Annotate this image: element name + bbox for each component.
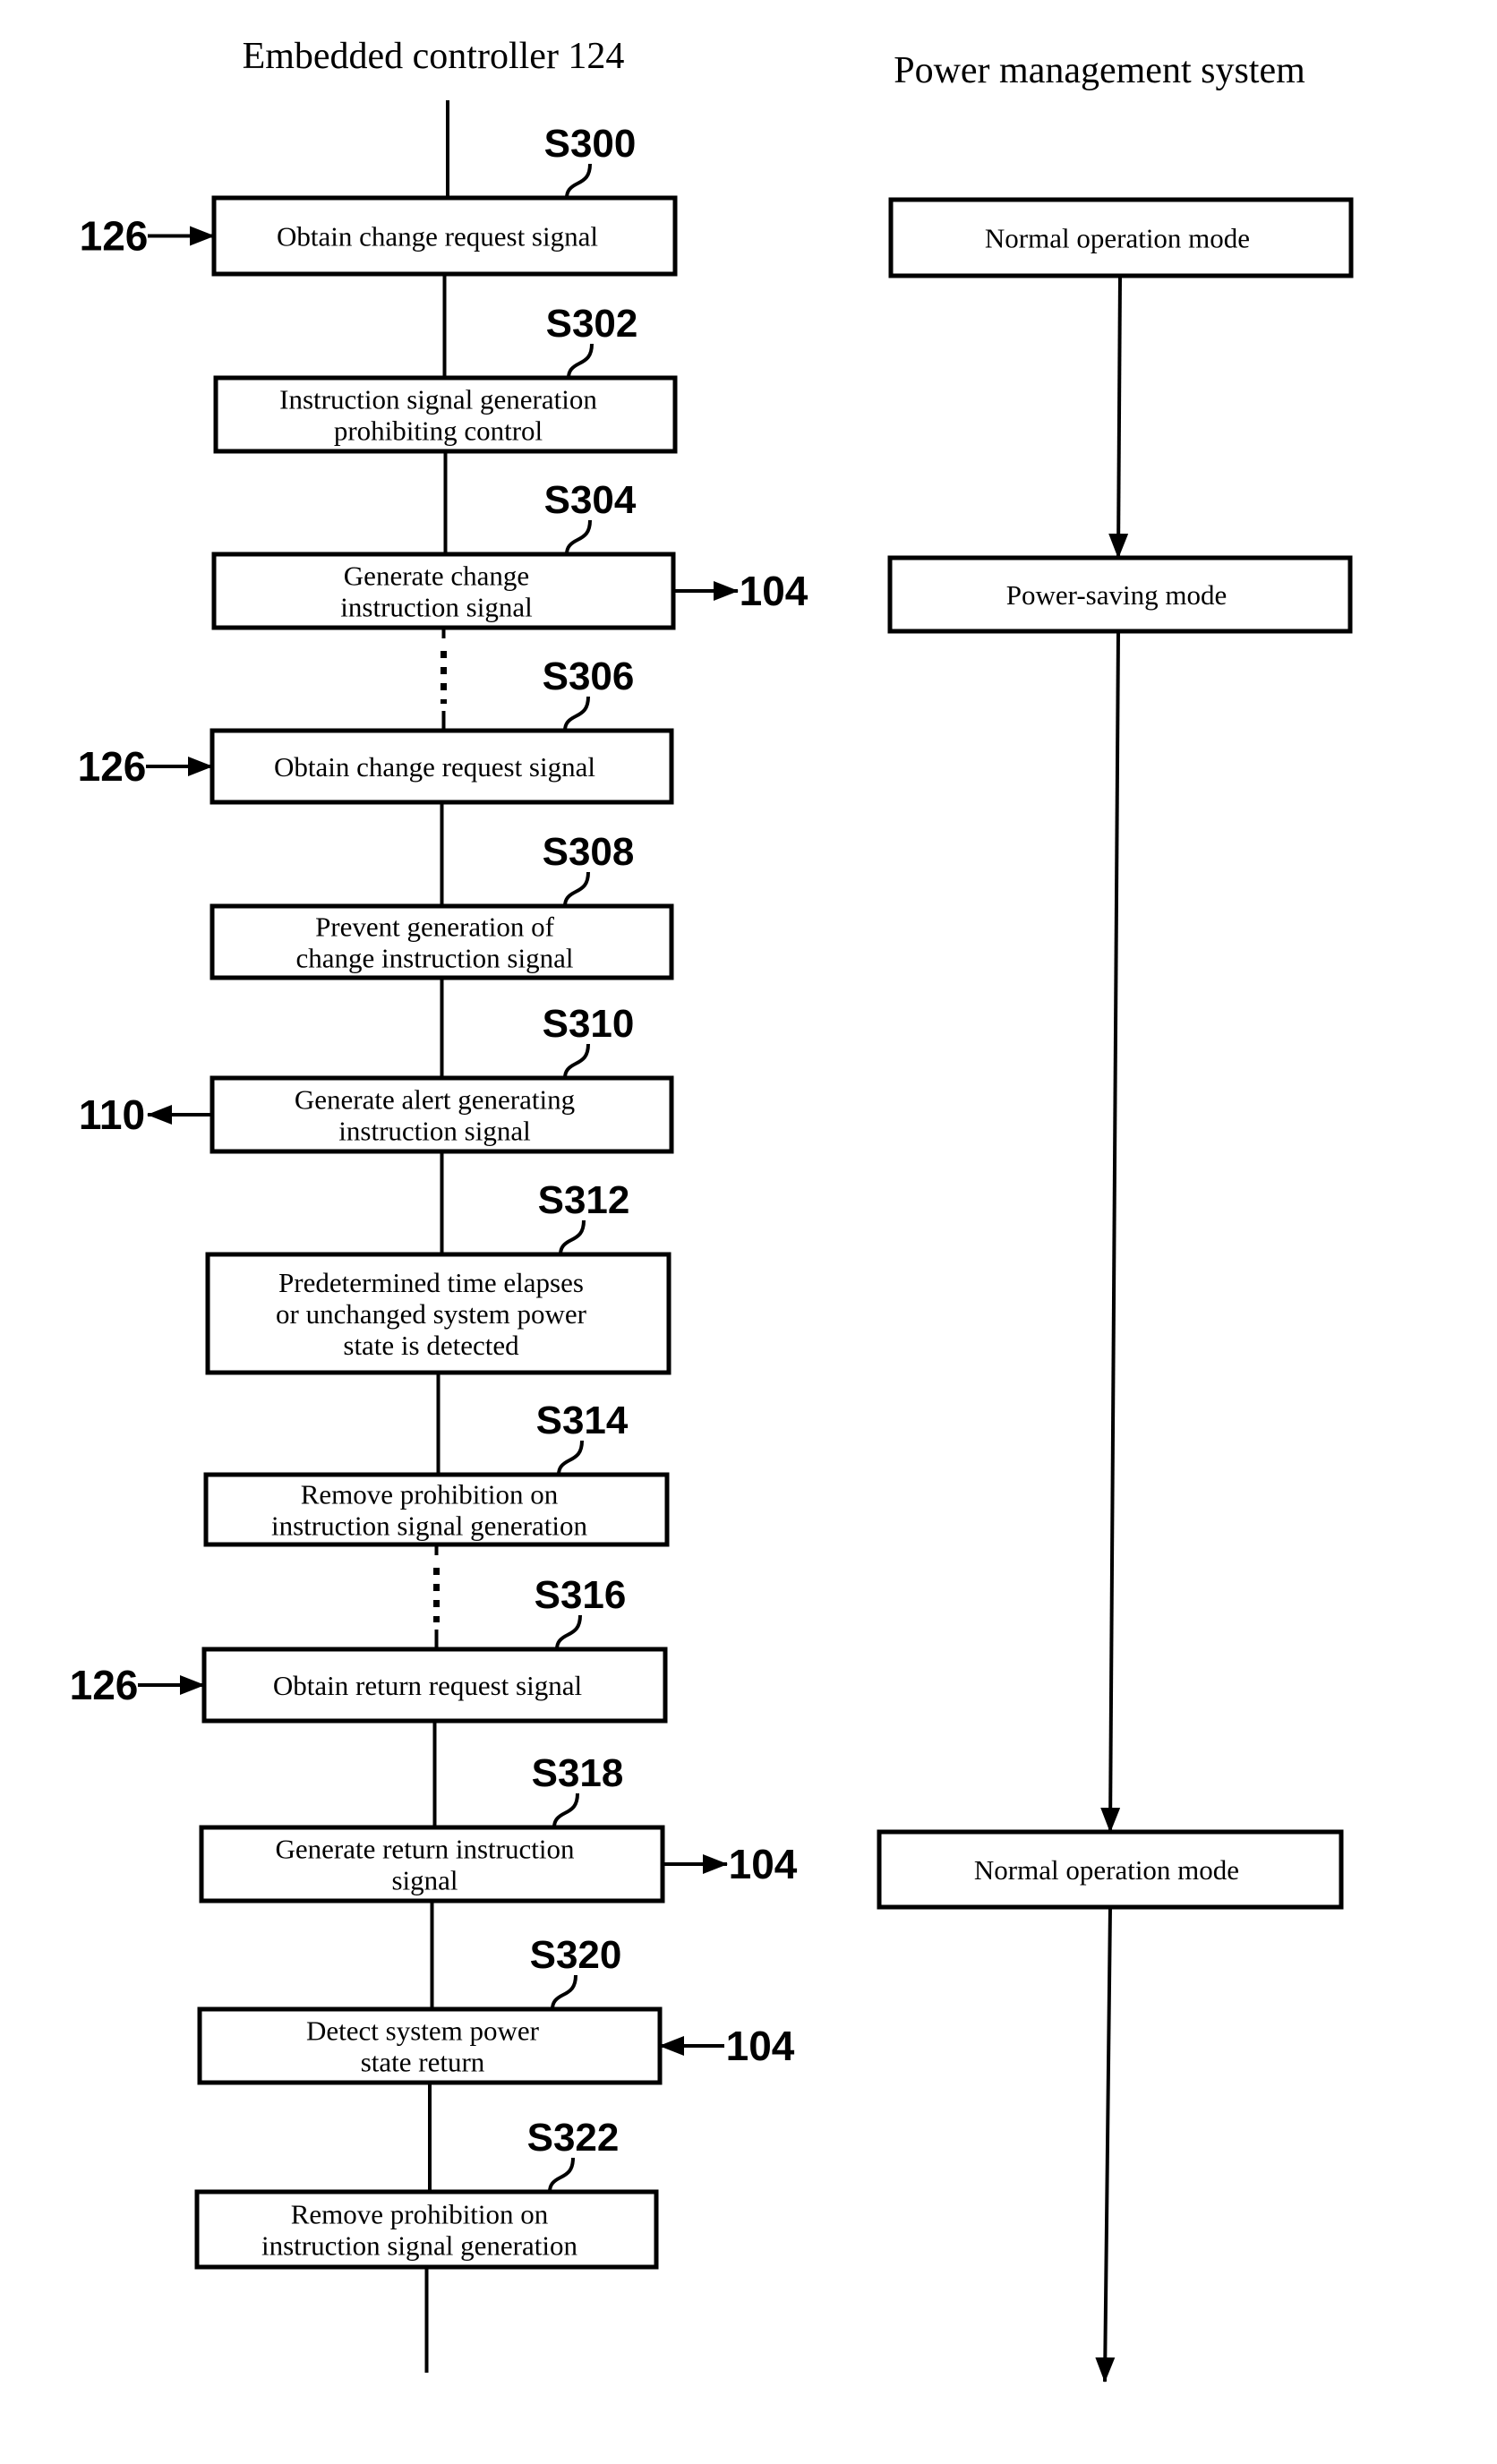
step-label: S304	[544, 478, 637, 522]
step-text: instruction signal	[338, 1116, 530, 1147]
mode-transition-arrow	[1108, 275, 1129, 559]
step-s318: Generate return instructionsignal S318 104	[199, 1751, 798, 1904]
flowchart: Embedded controller 124 Power management…	[70, 36, 1354, 2383]
power-management-column: Normal operation mode Power-saving mode No…	[877, 197, 1354, 2383]
step-text: Prevent generation of	[315, 911, 555, 943]
step-s312: Predetermined time elapsesor unchanged s…	[205, 1178, 672, 1375]
step-text: instruction signal	[340, 592, 532, 623]
leader-line	[567, 343, 594, 379]
step-label: S308	[543, 830, 635, 874]
leader-line	[559, 1219, 586, 1255]
step-text: instruction signal generation	[271, 1510, 587, 1542]
step-text: Predetermined time elapses	[278, 1267, 584, 1298]
step-text: Obtain return request signal	[273, 1670, 582, 1701]
step-label: S318	[532, 1751, 624, 1795]
step-label: S322	[527, 2116, 620, 2160]
step-text: Remove prohibition on	[301, 1479, 559, 1510]
step-label: S300	[544, 122, 637, 166]
leader-line	[563, 1043, 590, 1079]
step-text: or unchanged system power	[276, 1298, 587, 1330]
leader-line	[552, 1792, 579, 1828]
mode-label: Power-saving mode	[1006, 579, 1227, 611]
step-text: Obtain change request signal	[277, 221, 598, 252]
power-management-header: Power management system	[894, 50, 1305, 91]
step-text: Obtain change request signal	[274, 751, 595, 783]
step-label: S306	[543, 654, 635, 698]
mode-label: Normal operation mode	[985, 223, 1250, 254]
step-s310: Generate alert generatinginstruction sig…	[79, 1002, 674, 1154]
step-s320: Detect system powerstate return S320 104	[197, 1933, 795, 2085]
step-label: S316	[535, 1573, 627, 1617]
step-text: prohibiting control	[334, 415, 543, 447]
step-label: S302	[546, 302, 638, 346]
step-text: Generate return instruction	[276, 1834, 575, 1865]
embedded-controller-header: Embedded controller 124	[243, 36, 625, 77]
mode-box-1: Normal operation mode	[888, 197, 1354, 278]
step-label: S312	[538, 1178, 630, 1222]
ref-label: 126	[80, 213, 149, 260]
ref-label: 110	[79, 1091, 145, 1138]
step-text: signal	[391, 1865, 458, 1896]
mode-transition-arrow	[1095, 1906, 1116, 2383]
leader-line	[557, 1440, 584, 1476]
ref-label: 104	[729, 1841, 798, 1887]
step-s322: Remove prohibition oninstruction signal …	[194, 2116, 659, 2270]
step-s300: Obtain change request signal S300 126	[80, 122, 678, 277]
ref-label: 126	[70, 1662, 139, 1708]
step-text: Generate change	[344, 560, 529, 592]
step-text: instruction signal generation	[261, 2230, 577, 2262]
mode-label: Normal operation mode	[974, 1854, 1239, 1886]
step-text: Detect system power	[306, 2015, 540, 2047]
step-text: Generate alert generating	[295, 1084, 575, 1116]
step-text: state is detected	[343, 1330, 519, 1361]
leader-line	[551, 1974, 577, 2010]
embedded-controller-column: Obtain change request signal S300 126 Instr…	[70, 100, 808, 2373]
ref-label: 126	[78, 743, 147, 790]
step-text: Remove prohibition on	[291, 2199, 549, 2230]
step-s304: Generate changeinstruction signal S304 104	[211, 478, 808, 630]
leader-line	[555, 1614, 582, 1650]
mode-box-3: Normal operation mode	[877, 1829, 1344, 1910]
leader-line	[563, 871, 590, 907]
step-label: S314	[536, 1399, 629, 1442]
step-text: Instruction signal generation	[279, 384, 597, 415]
mode-box-2: Power-saving mode	[887, 555, 1353, 634]
step-s316: Obtain return request signal S316 126	[70, 1573, 668, 1724]
leader-line	[565, 519, 592, 555]
step-text: state return	[361, 2047, 485, 2078]
leader-line	[565, 163, 592, 199]
step-s306: Obtain change request signal S306 126	[78, 654, 674, 805]
leader-line	[548, 2157, 575, 2193]
step-label: S310	[543, 1002, 635, 1046]
step-label: S320	[530, 1933, 622, 1977]
ref-label: 104	[740, 568, 808, 614]
mode-transition-arrow	[1100, 630, 1121, 1833]
ref-label: 104	[726, 2023, 795, 2069]
leader-line	[563, 696, 590, 732]
step-text: change instruction signal	[296, 943, 574, 974]
